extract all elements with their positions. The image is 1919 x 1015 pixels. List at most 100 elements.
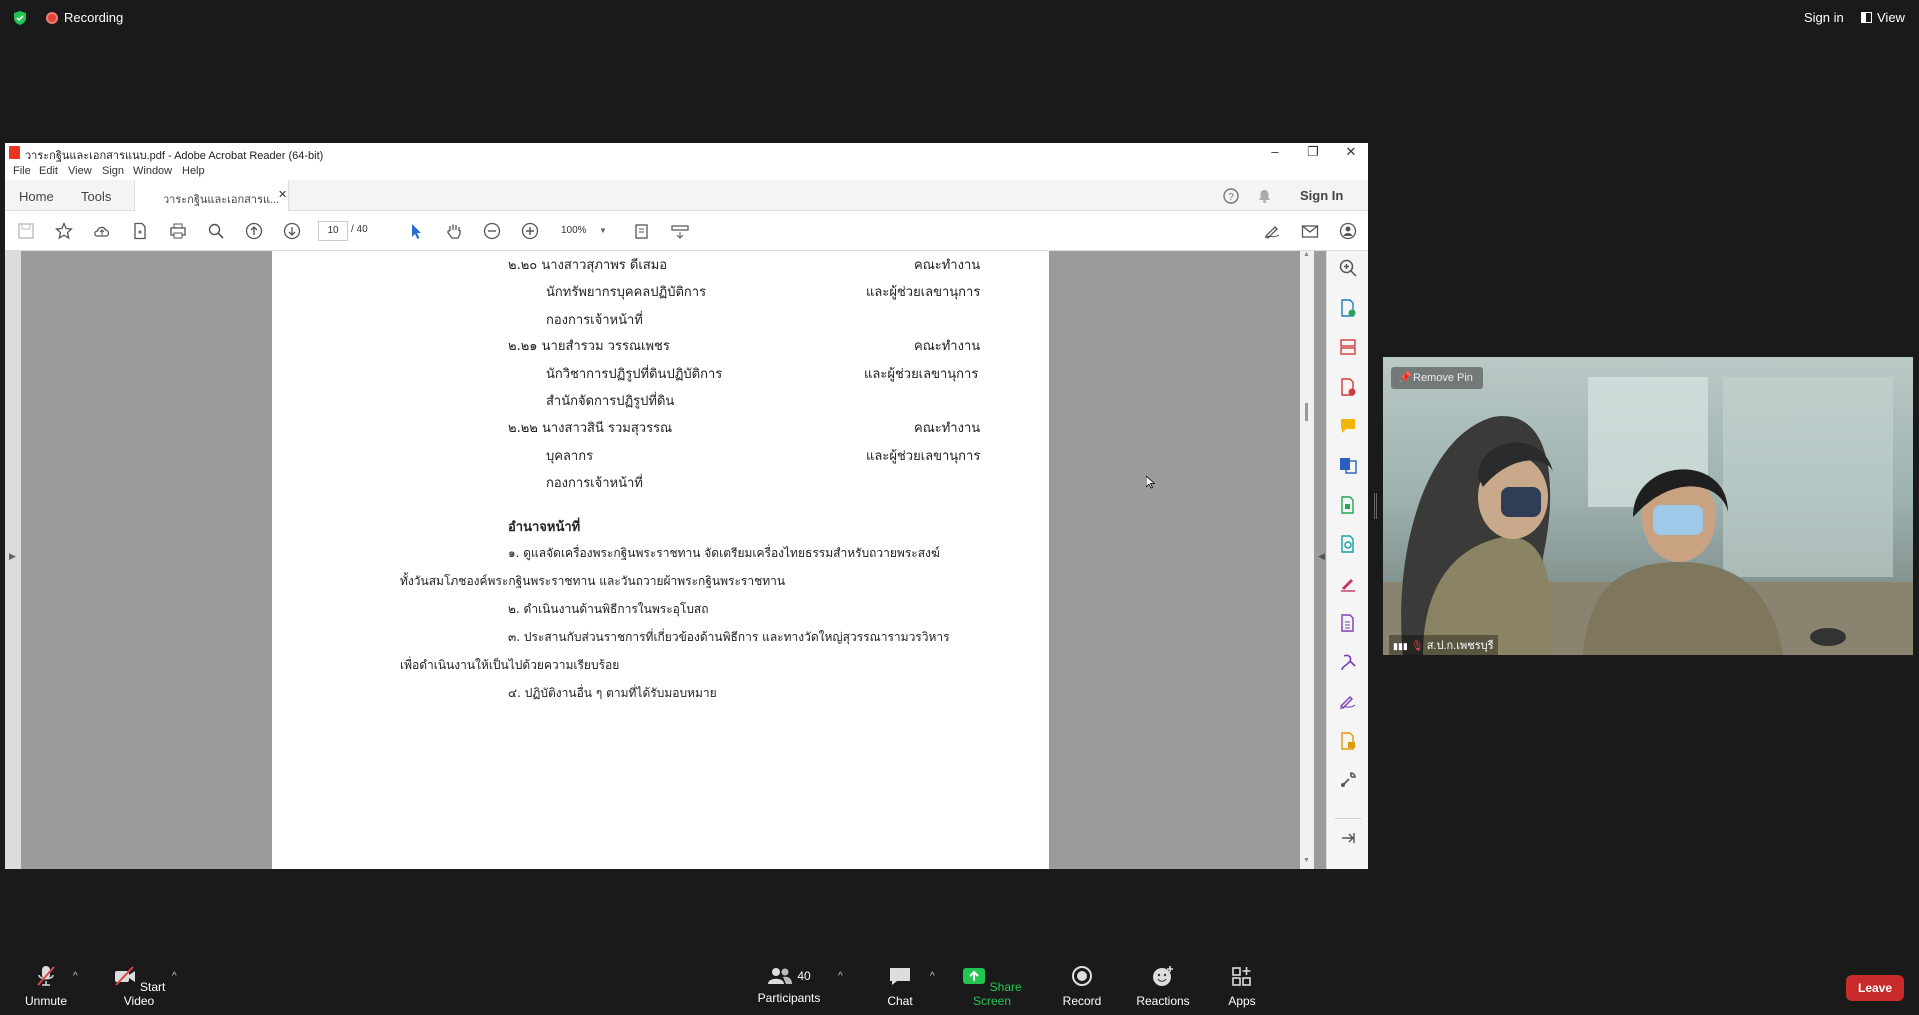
scroll-down-icon[interactable]: ▼ bbox=[1303, 857, 1310, 864]
share-user-icon[interactable] bbox=[1339, 222, 1357, 240]
acrobat-sign-in-button[interactable]: Sign In bbox=[1300, 188, 1343, 203]
menu-window[interactable]: Window bbox=[133, 165, 172, 177]
sign-in-link[interactable]: Sign in bbox=[1804, 10, 1844, 25]
menu-file[interactable]: File bbox=[13, 165, 31, 177]
page-number-input[interactable]: 10 bbox=[318, 221, 348, 241]
scan-ocr-icon[interactable] bbox=[1338, 534, 1358, 554]
recording-dot-icon bbox=[46, 12, 58, 24]
expand-left-panel-icon[interactable]: ▶ bbox=[9, 551, 16, 562]
select-cursor-icon[interactable] bbox=[407, 222, 425, 240]
emoji-reaction-icon bbox=[1153, 966, 1173, 986]
collapse-rail-icon[interactable] bbox=[1338, 828, 1358, 848]
acrobat-tabs: Home Tools วาระกฐินและเอกสารแ... ✕ ? Sig… bbox=[5, 180, 1368, 211]
edit-pdf-icon[interactable] bbox=[1338, 377, 1358, 397]
tab-close-icon[interactable]: ✕ bbox=[278, 188, 287, 201]
apps-grid-icon bbox=[1232, 967, 1251, 986]
menu-sign[interactable]: Sign bbox=[102, 165, 124, 177]
zoom-tool-icon[interactable] bbox=[1338, 258, 1358, 278]
acrobat-menubar: File Edit View Sign Window Help bbox=[5, 162, 1368, 180]
minimize-button[interactable]: – bbox=[1255, 143, 1295, 162]
vertical-scrollbar[interactable]: ▲ ▼ bbox=[1300, 251, 1314, 869]
fill-and-sign-icon[interactable] bbox=[1338, 573, 1358, 593]
comment-icon[interactable] bbox=[1338, 416, 1358, 436]
chat-label: Chat bbox=[887, 994, 913, 1008]
signal-strength-icon: ▮▮▮ bbox=[1393, 641, 1408, 651]
close-window-button[interactable]: ✕ bbox=[1331, 143, 1371, 162]
view-menu[interactable]: View bbox=[1861, 10, 1905, 25]
share-screen-button[interactable]: Share Screen bbox=[956, 955, 1028, 1008]
export-pdf-icon[interactable] bbox=[1338, 298, 1358, 318]
scrollbar-thumb[interactable] bbox=[1305, 403, 1308, 421]
start-video-button[interactable]: Start Video bbox=[106, 955, 172, 1008]
remove-pin-button[interactable]: 📌 Remove Pin bbox=[1391, 367, 1483, 389]
help-icon[interactable]: ? bbox=[1223, 188, 1239, 204]
hand-tool-icon[interactable] bbox=[445, 222, 463, 240]
participants-button[interactable]: 40 Participants bbox=[754, 955, 824, 1005]
certificates-icon[interactable] bbox=[1338, 691, 1358, 711]
chat-caret-icon[interactable]: ^ bbox=[930, 971, 935, 982]
chat-button[interactable]: Chat bbox=[876, 955, 924, 1008]
video-off-icon bbox=[114, 966, 135, 986]
menu-view[interactable]: View bbox=[68, 165, 92, 177]
upload-cloud-icon[interactable] bbox=[93, 222, 111, 240]
star-bookmark-icon[interactable] bbox=[55, 222, 73, 240]
tab-tools[interactable]: Tools bbox=[81, 189, 111, 204]
previous-page-icon[interactable] bbox=[245, 222, 263, 240]
zoom-out-icon[interactable] bbox=[483, 222, 501, 240]
save-icon[interactable] bbox=[17, 222, 35, 240]
protect-icon[interactable] bbox=[1338, 613, 1358, 633]
create-pdf-icon[interactable] bbox=[131, 222, 149, 240]
search-zoom-icon[interactable] bbox=[207, 222, 225, 240]
tab-document[interactable]: วาระกฐินและเอกสารแ... ✕ bbox=[134, 180, 289, 211]
bell-icon[interactable] bbox=[1257, 188, 1272, 204]
unmute-button[interactable]: Unmute bbox=[20, 955, 72, 1008]
fill-sign-icon[interactable] bbox=[1263, 222, 1281, 240]
pdf-line: ๒.๒๒ นางสาวสินี รวมสุวรรณ bbox=[508, 421, 673, 436]
pdf-line: นักวิชาการปฏิรูปที่ดินปฏิบัติการ bbox=[546, 367, 723, 382]
restore-button[interactable]: ❐ bbox=[1293, 143, 1333, 162]
share-screen-icon bbox=[963, 968, 986, 984]
apps-button[interactable]: Apps bbox=[1224, 955, 1260, 1008]
leave-button[interactable]: Leave bbox=[1846, 975, 1904, 1001]
print-icon[interactable] bbox=[169, 222, 187, 240]
page-fit-icon[interactable] bbox=[633, 222, 651, 240]
participant-name: ส.ป.ก.เพชรบุรี bbox=[1426, 640, 1494, 652]
participant-video-tile[interactable]: 📌 Remove Pin ▮▮▮ 🎙 ส.ป.ก.เพชรบุรี bbox=[1383, 357, 1913, 655]
reactions-button[interactable]: Reactions bbox=[1134, 955, 1192, 1008]
scroll-mode-icon[interactable] bbox=[671, 222, 689, 240]
audio-options-caret-icon[interactable]: ^ bbox=[73, 971, 78, 982]
organize-pages-icon[interactable] bbox=[1338, 337, 1358, 357]
menu-edit[interactable]: Edit bbox=[39, 165, 58, 177]
recording-label[interactable]: Recording bbox=[64, 10, 123, 25]
collapse-right-panel-icon[interactable]: ◀ bbox=[1318, 551, 1325, 562]
video-feed-image bbox=[1383, 377, 1913, 655]
combine-files-icon[interactable] bbox=[1338, 455, 1358, 475]
compress-pdf-icon[interactable] bbox=[1338, 495, 1358, 515]
pdf-line: และผู้ช่วยเลขานุการ bbox=[864, 367, 979, 382]
zoom-level-select[interactable]: 100% ▼ bbox=[553, 221, 611, 241]
participants-caret-icon[interactable]: ^ bbox=[838, 971, 843, 982]
record-button[interactable]: Record bbox=[1059, 955, 1105, 1008]
muted-mic-icon: 🎙 bbox=[1410, 641, 1424, 652]
email-icon[interactable] bbox=[1301, 222, 1319, 240]
pdf-line: ๒.๒๐ นางสาวสุภาพร ดีเสมอ bbox=[508, 258, 668, 273]
pdf-app-icon bbox=[9, 146, 20, 159]
next-page-icon[interactable] bbox=[283, 222, 301, 240]
scroll-up-icon[interactable]: ▲ bbox=[1303, 251, 1310, 258]
resize-handle[interactable] bbox=[1374, 493, 1377, 519]
shield-icon[interactable] bbox=[12, 10, 28, 26]
menu-help[interactable]: Help bbox=[182, 165, 205, 177]
request-esignature-icon[interactable] bbox=[1338, 731, 1358, 751]
chevron-down-icon: ▼ bbox=[599, 226, 607, 235]
pdf-line: ๒. ดำเนินงานด้านพิธีการในพระอุโบสถ bbox=[508, 602, 709, 616]
pdf-line: เพื่อดำเนินงานให้เป็นไปด้วยความเรียบร้อย bbox=[400, 658, 620, 672]
tab-home[interactable]: Home bbox=[19, 189, 54, 204]
more-tools-icon[interactable] bbox=[1338, 770, 1358, 790]
video-options-caret-icon[interactable]: ^ bbox=[172, 971, 177, 982]
participants-label: Participants bbox=[757, 991, 821, 1005]
mouse-cursor-icon bbox=[1145, 475, 1156, 489]
send-for-signature-icon[interactable] bbox=[1338, 652, 1358, 672]
pdf-line: ๔. ปฏิบัติงานอื่น ๆ ตามที่ได้รับมอบหมาย bbox=[508, 686, 717, 700]
zoom-in-icon[interactable] bbox=[521, 222, 539, 240]
reactions-label: Reactions bbox=[1136, 994, 1190, 1008]
